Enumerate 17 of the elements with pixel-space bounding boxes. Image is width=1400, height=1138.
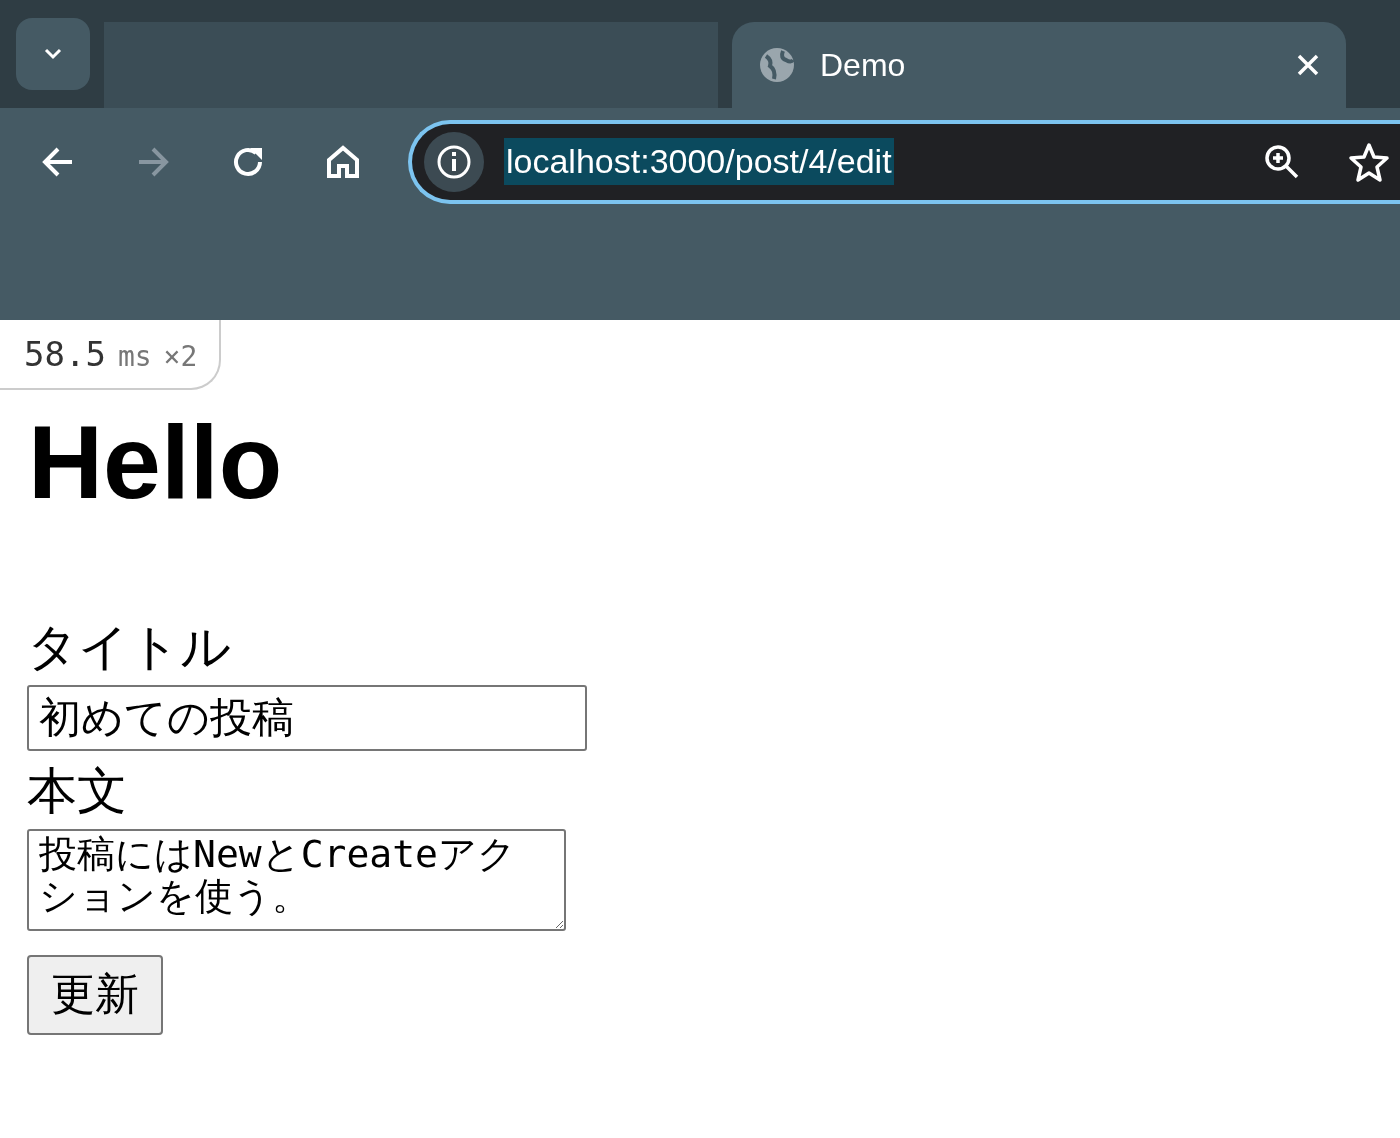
update-button[interactable]: 更新: [27, 954, 163, 1035]
title-label: タイトル: [27, 617, 231, 677]
site-info-button[interactable]: [424, 131, 484, 192]
body-textarea[interactable]: 投稿にはNewとCreateアクションを使う。: [27, 828, 566, 931]
title-input[interactable]: 初めての投稿: [27, 684, 587, 751]
timing-value: 58.5: [24, 334, 106, 374]
star-icon[interactable]: [1348, 140, 1390, 183]
timing-unit: ms: [117, 340, 152, 373]
address-bar[interactable]: localhost:3000/post/4/edit: [408, 119, 1400, 204]
body-label: 本文: [27, 761, 127, 821]
browser-tab[interactable]: Demo: [732, 22, 1346, 108]
chevron-down-icon: [42, 47, 64, 61]
globe-icon: [758, 46, 796, 84]
page-heading: Hello: [28, 403, 284, 522]
close-icon[interactable]: [1296, 53, 1320, 77]
render-count: ×2: [163, 340, 198, 373]
url-text: localhost:3000/post/4/edit: [504, 138, 894, 185]
